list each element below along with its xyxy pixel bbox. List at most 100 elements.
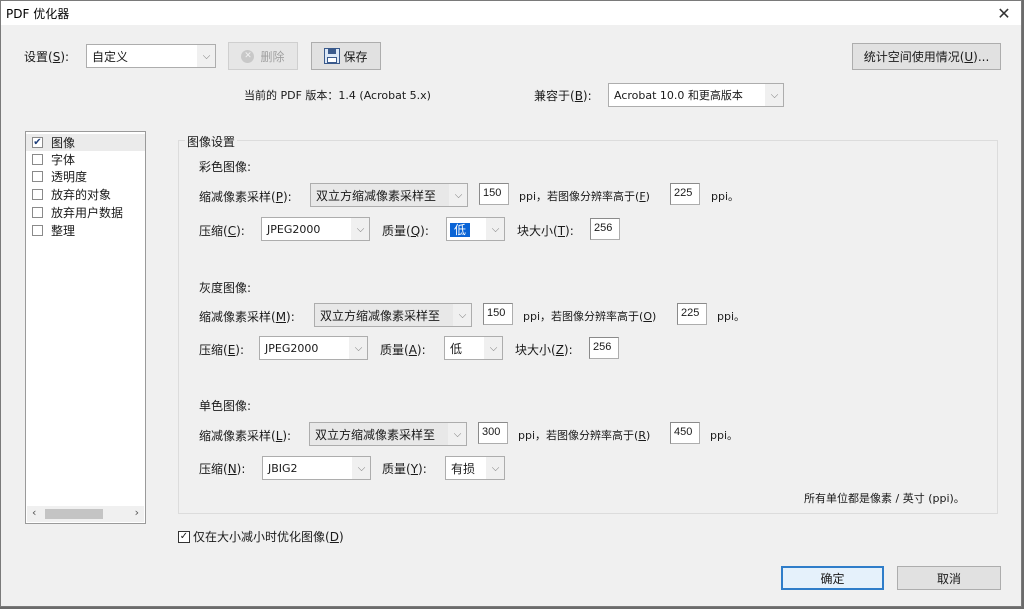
checkbox-transparency[interactable]: [32, 171, 43, 182]
list-item-discard-user-data[interactable]: 放弃用户数据: [26, 204, 145, 221]
mono-compression-dropdown[interactable]: JBIG2 ⌵: [262, 456, 371, 480]
compat-label-text: 兼容于(: [534, 89, 575, 103]
lbl-end: ):: [420, 224, 429, 238]
color-compression-dropdown[interactable]: JPEG2000 ⌵: [261, 217, 370, 241]
color-above-ppi-input[interactable]: 225: [670, 183, 700, 205]
horizontal-scrollbar[interactable]: ‹ ›: [27, 506, 144, 522]
mono-compression-label: 压缩(N):: [199, 460, 245, 477]
color-tile-size-input[interactable]: 256: [590, 218, 620, 240]
mono-ppi-text: ppi，若图像分辨率高于(R): [518, 427, 650, 443]
lbl: ppi，若图像分辨率高于(: [523, 310, 644, 323]
lbl: 质量(: [380, 343, 409, 357]
color-tile-label: 块大小(T):: [517, 222, 574, 239]
cancel-button[interactable]: 取消: [897, 566, 1001, 590]
checkbox-discard-user-data[interactable]: [32, 207, 43, 218]
gray-downsample-dropdown[interactable]: 双立方缩减像素采样至 ⌵: [314, 303, 472, 327]
optimize-only-if-smaller-checkbox[interactable]: ✓ 仅在大小减小时优化图像(D): [178, 528, 344, 545]
save-label: 保存: [343, 49, 368, 64]
gray-quality-dropdown[interactable]: 低 ⌵: [444, 336, 503, 360]
color-ppi-text: ppi，若图像分辨率高于(F): [519, 188, 650, 204]
units-note: 所有单位都是像素 / 英寸 (ppi)。: [804, 492, 965, 505]
settings-label: 设置(S):: [24, 48, 69, 65]
lbl-end: ):: [282, 190, 292, 204]
title-bar: PDF 优化器 ✕: [1, 1, 1021, 25]
key: C: [227, 224, 237, 238]
list-item-label: 字体: [51, 153, 76, 167]
list-item-clean-up[interactable]: 整理: [26, 222, 145, 239]
value: JPEG2000: [267, 222, 321, 236]
mono-ppi-input[interactable]: 300: [478, 422, 508, 444]
value: 双立方缩减像素采样至: [310, 425, 448, 443]
settings-value: 自定义: [92, 49, 129, 64]
optimize-only-label: 仅在大小减小时优化图像(D): [193, 528, 344, 545]
checkbox-fonts[interactable]: [32, 154, 43, 165]
lbl: ppi，若图像分辨率高于(: [519, 190, 640, 203]
checkbox-discard-objects[interactable]: [32, 189, 43, 200]
list-item-fonts[interactable]: 字体: [26, 151, 145, 168]
mono-quality-label: 质量(Y):: [382, 460, 427, 477]
chevron-down-icon: ⌵: [486, 457, 504, 479]
chevron-down-icon: ⌵: [449, 184, 467, 206]
current-pdf-version: 当前的 PDF 版本：1.4 (Acrobat 5.x): [244, 89, 431, 102]
value: JBIG2: [268, 461, 298, 475]
key: Y: [410, 462, 419, 476]
lbl-end: ): [645, 190, 650, 203]
list-item-images[interactable]: ✔ 图像: [26, 134, 145, 151]
lbl: 缩减像素采样(: [199, 429, 276, 443]
compat-end: ):: [582, 89, 592, 103]
delete-icon: ✕: [241, 49, 255, 63]
scrollbar-thumb[interactable]: [45, 509, 103, 519]
gray-compression-dropdown[interactable]: JPEG2000 ⌵: [259, 336, 368, 360]
checkbox-clean-up[interactable]: [32, 225, 43, 236]
color-quality-label: 质量(Q):: [382, 222, 429, 239]
mono-above-ppi-input[interactable]: 450: [670, 422, 700, 444]
key: M: [275, 310, 287, 324]
color-downsample-dropdown[interactable]: 双立方缩减像素采样至 ⌵: [310, 183, 468, 207]
lbl-end: ):: [236, 224, 245, 238]
close-icon[interactable]: ✕: [987, 1, 1021, 25]
category-list: ✔ 图像 字体 透明度 放弃的对象 放弃用户数据 整理 ‹ ›: [25, 131, 146, 524]
checkbox-checked-icon[interactable]: ✓: [178, 530, 190, 543]
gray-above-ppi-input[interactable]: 225: [677, 303, 707, 325]
checkbox-images[interactable]: ✔: [32, 137, 43, 148]
lbl: 压缩(: [199, 224, 228, 238]
list-item-transparency[interactable]: 透明度: [26, 168, 145, 185]
value: 双立方缩减像素采样至: [315, 306, 453, 324]
ok-button[interactable]: 确定: [781, 566, 884, 590]
key: D: [329, 530, 339, 544]
compat-label: 兼容于(B):: [534, 87, 592, 104]
mono-images-heading: 单色图像:: [199, 399, 252, 413]
color-ppi-input[interactable]: 150: [479, 183, 509, 205]
value: JPEG2000: [265, 341, 319, 355]
chevron-down-icon: ⌵: [352, 457, 370, 479]
key: Q: [410, 224, 421, 238]
scroll-left-icon[interactable]: ‹: [32, 506, 36, 519]
list-item-label: 透明度: [51, 170, 88, 184]
chevron-down-icon: ⌵: [349, 337, 367, 359]
audit-space-usage-button[interactable]: 统计空间使用情况(U)...: [852, 43, 1001, 70]
mono-quality-dropdown[interactable]: 有损 ⌵: [445, 456, 505, 480]
lbl: 压缩(: [199, 343, 228, 357]
lbl: 压缩(: [199, 462, 228, 476]
mono-downsample-dropdown[interactable]: 双立方缩减像素采样至 ⌵: [309, 422, 467, 446]
value: 低: [450, 341, 463, 356]
color-quality-dropdown[interactable]: 低 ⌵: [446, 217, 505, 241]
scroll-right-icon[interactable]: ›: [135, 506, 139, 519]
gray-compression-label: 压缩(E):: [199, 341, 244, 358]
compatibility-dropdown[interactable]: Acrobat 10.0 和更高版本 ⌵: [608, 83, 784, 107]
compat-key: B: [574, 89, 583, 103]
lbl-end: ): [651, 310, 657, 323]
pdf-optimizer-dialog: PDF 优化器 ✕ 设置(S): 自定义 ⌵ ✕ 删除 保存 统计空间使用情况(…: [0, 0, 1022, 607]
settings-dropdown[interactable]: 自定义 ⌵: [86, 44, 216, 68]
gray-ppi-unit: ppi。: [717, 310, 746, 323]
window-title: PDF 优化器: [6, 7, 70, 21]
list-item-discard-objects[interactable]: 放弃的对象: [26, 186, 145, 203]
lbl-end: ):: [416, 343, 426, 357]
color-images-heading: 彩色图像:: [199, 160, 252, 174]
save-button[interactable]: 保存: [311, 42, 381, 70]
delete-button[interactable]: ✕ 删除: [228, 42, 298, 70]
gray-ppi-input[interactable]: 150: [483, 303, 513, 325]
color-ppi-unit: ppi。: [711, 190, 740, 203]
save-icon: [324, 48, 341, 64]
gray-tile-size-input[interactable]: 256: [589, 337, 619, 359]
